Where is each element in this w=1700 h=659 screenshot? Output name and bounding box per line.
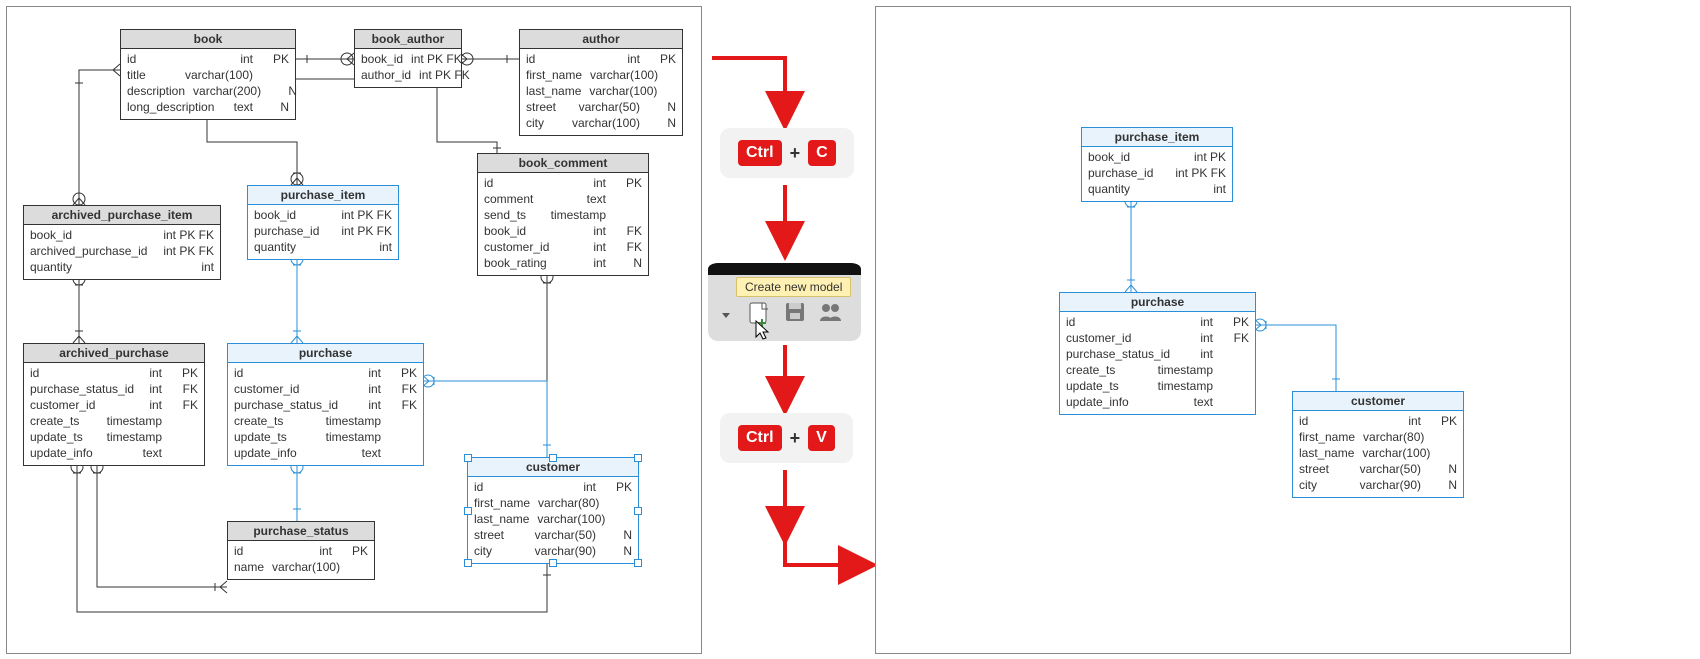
table-purchase-item[interactable]: purchase_item book_idint PK purchase_idi… xyxy=(1081,127,1233,202)
diagram-canvas: book idintPK titlevarchar(100) descripti… xyxy=(0,0,1700,659)
table-title: book_author xyxy=(355,30,461,49)
resize-handle[interactable] xyxy=(634,559,642,567)
save-button[interactable] xyxy=(782,301,808,331)
table-body: idintPK titlevarchar(100) descriptionvar… xyxy=(121,49,295,119)
table-title: purchase_item xyxy=(1082,128,1232,147)
table-title: purchase xyxy=(1060,293,1255,312)
table-title: book_comment xyxy=(478,154,648,173)
resize-handle[interactable] xyxy=(464,559,472,567)
plus-icon: + xyxy=(790,428,801,449)
table-purchase[interactable]: purchase idintPK customer_idintFK purcha… xyxy=(227,343,424,466)
right-panel: purchase_item book_idint PK purchase_idi… xyxy=(875,6,1571,654)
table-author[interactable]: author idintPK first_namevarchar(100) la… xyxy=(519,29,683,136)
ctrl-v-step: Ctrl + V xyxy=(720,413,853,463)
table-title: archived_purchase_item xyxy=(24,206,220,225)
share-users-button[interactable] xyxy=(816,301,846,331)
table-title: book xyxy=(121,30,295,49)
tooltip: Create new model xyxy=(736,277,851,297)
plus-icon: + xyxy=(790,143,801,164)
ctrl-key-icon: Ctrl xyxy=(738,140,782,166)
table-title: purchase_item xyxy=(248,186,398,205)
table-title: purchase_status xyxy=(228,522,374,541)
table-purchase-status[interactable]: purchase_status idintPK namevarchar(100) xyxy=(227,521,375,580)
resize-handle[interactable] xyxy=(464,507,472,515)
v-key-icon: V xyxy=(808,425,835,451)
table-title: purchase xyxy=(228,344,423,363)
table-archived-purchase-item[interactable]: archived_purchase_item book_idint PK FK … xyxy=(23,205,221,280)
table-purchase[interactable]: purchase idintPK customer_idintFK purcha… xyxy=(1059,292,1256,415)
resize-handle[interactable] xyxy=(549,454,557,462)
toolbar-step: Create new model xyxy=(708,263,861,344)
table-archived-purchase[interactable]: archived_purchase idintPK purchase_statu… xyxy=(23,343,205,466)
toolbar-dropdown-button[interactable] xyxy=(713,301,739,331)
table-customer[interactable]: customer idintPK first_namevarchar(80) l… xyxy=(1292,391,1464,498)
resize-handle[interactable] xyxy=(634,454,642,462)
resize-handle[interactable] xyxy=(634,507,642,515)
table-book-author[interactable]: book_author book_idint PK FK author_idin… xyxy=(354,29,462,88)
ctrl-key-icon: Ctrl xyxy=(738,425,782,451)
table-title: customer xyxy=(1293,392,1463,411)
table-customer[interactable]: customer idintPK first_namevarchar(80) l… xyxy=(467,457,639,564)
table-purchase-item[interactable]: purchase_item book_idint PK FK purchase_… xyxy=(247,185,399,260)
table-book[interactable]: book idintPK titlevarchar(100) descripti… xyxy=(120,29,296,120)
table-title: archived_purchase xyxy=(24,344,204,363)
resize-handle[interactable] xyxy=(549,559,557,567)
table-title: author xyxy=(520,30,682,49)
ctrl-c-step: Ctrl + C xyxy=(720,128,854,178)
resize-handle[interactable] xyxy=(464,454,472,462)
new-model-button[interactable] xyxy=(744,301,774,331)
left-panel: book idintPK titlevarchar(100) descripti… xyxy=(6,6,702,654)
c-key-icon: C xyxy=(808,140,836,166)
table-book-comment[interactable]: book_comment idintPK commenttext send_ts… xyxy=(477,153,649,276)
